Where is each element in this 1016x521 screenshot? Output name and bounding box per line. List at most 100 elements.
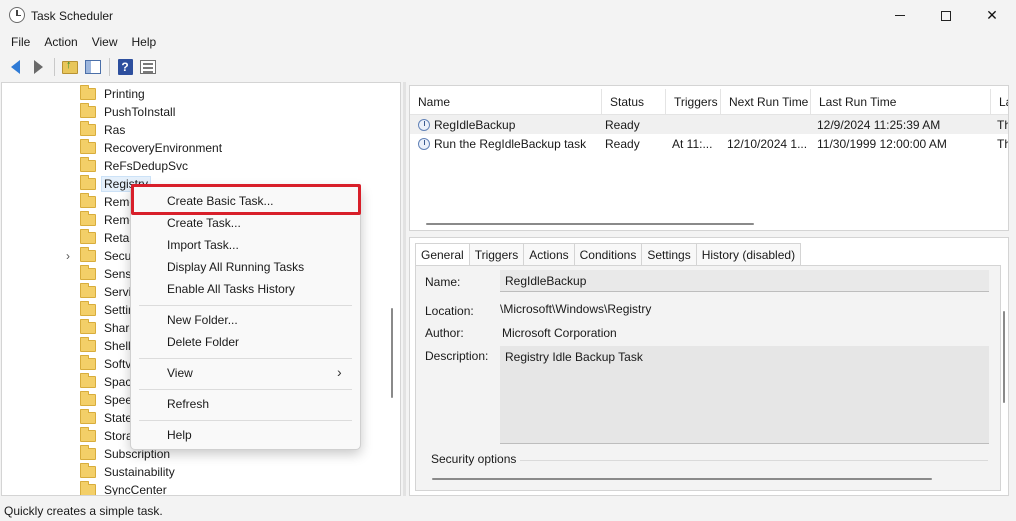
menu-help[interactable]: Help [125, 33, 164, 51]
task-row[interactable]: RegIdleBackup Ready 12/9/2024 11:25:39 A… [410, 115, 1008, 134]
up-one-level-button[interactable] [59, 56, 81, 78]
folder-icon [80, 355, 96, 370]
forward-button[interactable] [27, 56, 49, 78]
tree-item[interactable]: Stora [80, 427, 133, 445]
task-list[interactable]: Name Status Triggers Next Run Time Last … [409, 85, 1009, 231]
tree-item[interactable]: Servi [80, 283, 131, 301]
properties-button[interactable] [137, 56, 159, 78]
security-options-heading: Security options [431, 452, 517, 466]
menu-view[interactable]: View [85, 33, 125, 51]
tree-item[interactable]: Spee [80, 391, 132, 409]
tree-item[interactable]: Settin [80, 301, 135, 319]
folder-icon [80, 265, 96, 280]
tab-history[interactable]: History (disabled) [696, 243, 802, 265]
tree-item[interactable]: State [80, 409, 132, 427]
tree-item[interactable]: Remo [80, 193, 136, 211]
back-button[interactable] [4, 56, 26, 78]
column-header-last-run-result[interactable]: La [991, 89, 1008, 115]
tree-item[interactable]: Share [80, 319, 136, 337]
column-header-next-run-time[interactable]: Next Run Time [721, 89, 811, 115]
minimize-button[interactable] [877, 0, 923, 31]
tree-item[interactable]: Retai [80, 229, 132, 247]
properties-icon [140, 60, 156, 74]
help-button[interactable]: ? [114, 56, 136, 78]
security-options-divider [520, 460, 988, 461]
tree-item[interactable]: SyncCenter [80, 481, 167, 495]
folder-up-icon [62, 59, 78, 74]
menu-item-help[interactable]: Help [167, 425, 192, 445]
location-label: Location: [425, 304, 474, 318]
folder-icon [80, 157, 96, 172]
folder-icon [80, 481, 96, 495]
menu-item-display-all-running-tasks[interactable]: Display All Running Tasks [167, 257, 304, 277]
expand-chevron-icon[interactable]: › [66, 249, 70, 263]
tab-actions[interactable]: Actions [524, 243, 575, 265]
author-label: Author: [425, 326, 464, 340]
menu-item-refresh[interactable]: Refresh [167, 394, 209, 414]
tree-item[interactable]: Softv [80, 355, 131, 373]
task-icon [418, 137, 430, 150]
tree-item[interactable]: Shell [80, 337, 131, 355]
menu-item-enable-all-tasks-history[interactable]: Enable All Tasks History [167, 279, 295, 299]
folder-icon [80, 139, 96, 154]
folder-icon [80, 211, 96, 226]
details-scrollbar[interactable] [1003, 311, 1005, 403]
description-value: Registry Idle Backup Task [505, 350, 643, 364]
menu-item-view[interactable]: View [167, 363, 193, 383]
folder-icon [80, 193, 96, 208]
task-scheduler-clock-icon [9, 7, 25, 23]
menu-item-new-folder[interactable]: New Folder... [167, 310, 238, 330]
column-header-name[interactable]: Name [410, 89, 602, 115]
menu-separator [139, 358, 352, 359]
folder-icon [80, 445, 96, 460]
status-text: Quickly creates a simple task. [4, 503, 163, 518]
menu-file[interactable]: File [4, 33, 37, 51]
tree-item[interactable]: RecoveryEnvironment [80, 139, 222, 157]
task-row[interactable]: Run the RegIdleBackup task Ready At 11:.… [410, 134, 1008, 153]
details-tabs: General Triggers Actions Conditions Sett… [415, 243, 802, 265]
name-field[interactable]: RegIdleBackup [500, 270, 989, 292]
tree-item[interactable]: Spac [80, 373, 131, 391]
tree-item[interactable]: Sensi [80, 265, 134, 283]
show-hide-console-tree-button[interactable] [82, 56, 104, 78]
help-icon: ? [117, 59, 133, 75]
tree-item[interactable]: PushToInstall [80, 103, 175, 121]
task-last-result: Th [997, 117, 1008, 132]
tab-settings[interactable]: Settings [642, 243, 697, 265]
folder-icon [80, 427, 96, 442]
tab-conditions[interactable]: Conditions [574, 243, 643, 265]
tree-scrollbar[interactable] [391, 308, 393, 398]
tree-item[interactable]: Sustainability [80, 463, 175, 481]
menu-item-delete-folder[interactable]: Delete Folder [167, 332, 239, 352]
forward-arrow-icon [33, 60, 43, 74]
close-button[interactable]: ✕ [969, 0, 1015, 31]
highlight-annotation [131, 184, 361, 215]
title-bar: Task Scheduler ✕ [0, 0, 1016, 31]
menu-item-import-task[interactable]: Import Task... [167, 235, 239, 255]
folder-icon [80, 319, 96, 334]
general-tab-content: Name: RegIdleBackup Location: \Microsoft… [415, 265, 1005, 491]
tree-item[interactable]: Secu [80, 247, 131, 265]
tree-item[interactable]: Remo [80, 211, 136, 229]
column-header-triggers[interactable]: Triggers [666, 89, 721, 115]
task-list-scrollbar[interactable] [426, 223, 754, 225]
menu-action[interactable]: Action [37, 33, 84, 51]
maximize-button[interactable] [923, 0, 969, 31]
tab-triggers[interactable]: Triggers [469, 243, 525, 265]
task-name: RegIdleBackup [434, 117, 516, 132]
description-field[interactable]: Registry Idle Backup Task [500, 346, 989, 444]
tree-item[interactable]: Ras [80, 121, 125, 139]
minimize-icon [895, 15, 905, 16]
task-details: General Triggers Actions Conditions Sett… [409, 237, 1009, 496]
column-header-status[interactable]: Status [602, 89, 666, 115]
column-header-last-run-time[interactable]: Last Run Time [811, 89, 991, 115]
details-horizontal-scrollbar[interactable] [432, 478, 932, 480]
tree-item[interactable]: ReFsDedupSvc [80, 157, 188, 175]
tab-general[interactable]: General [415, 243, 470, 265]
toolbar-separator [54, 58, 55, 76]
pane-splitter[interactable] [403, 82, 406, 496]
menu-item-create-task[interactable]: Create Task... [167, 213, 241, 233]
task-last-run: 11/30/1999 12:00:00 AM [817, 136, 947, 151]
tree-item[interactable]: Printing [80, 85, 145, 103]
folder-icon [80, 85, 96, 100]
